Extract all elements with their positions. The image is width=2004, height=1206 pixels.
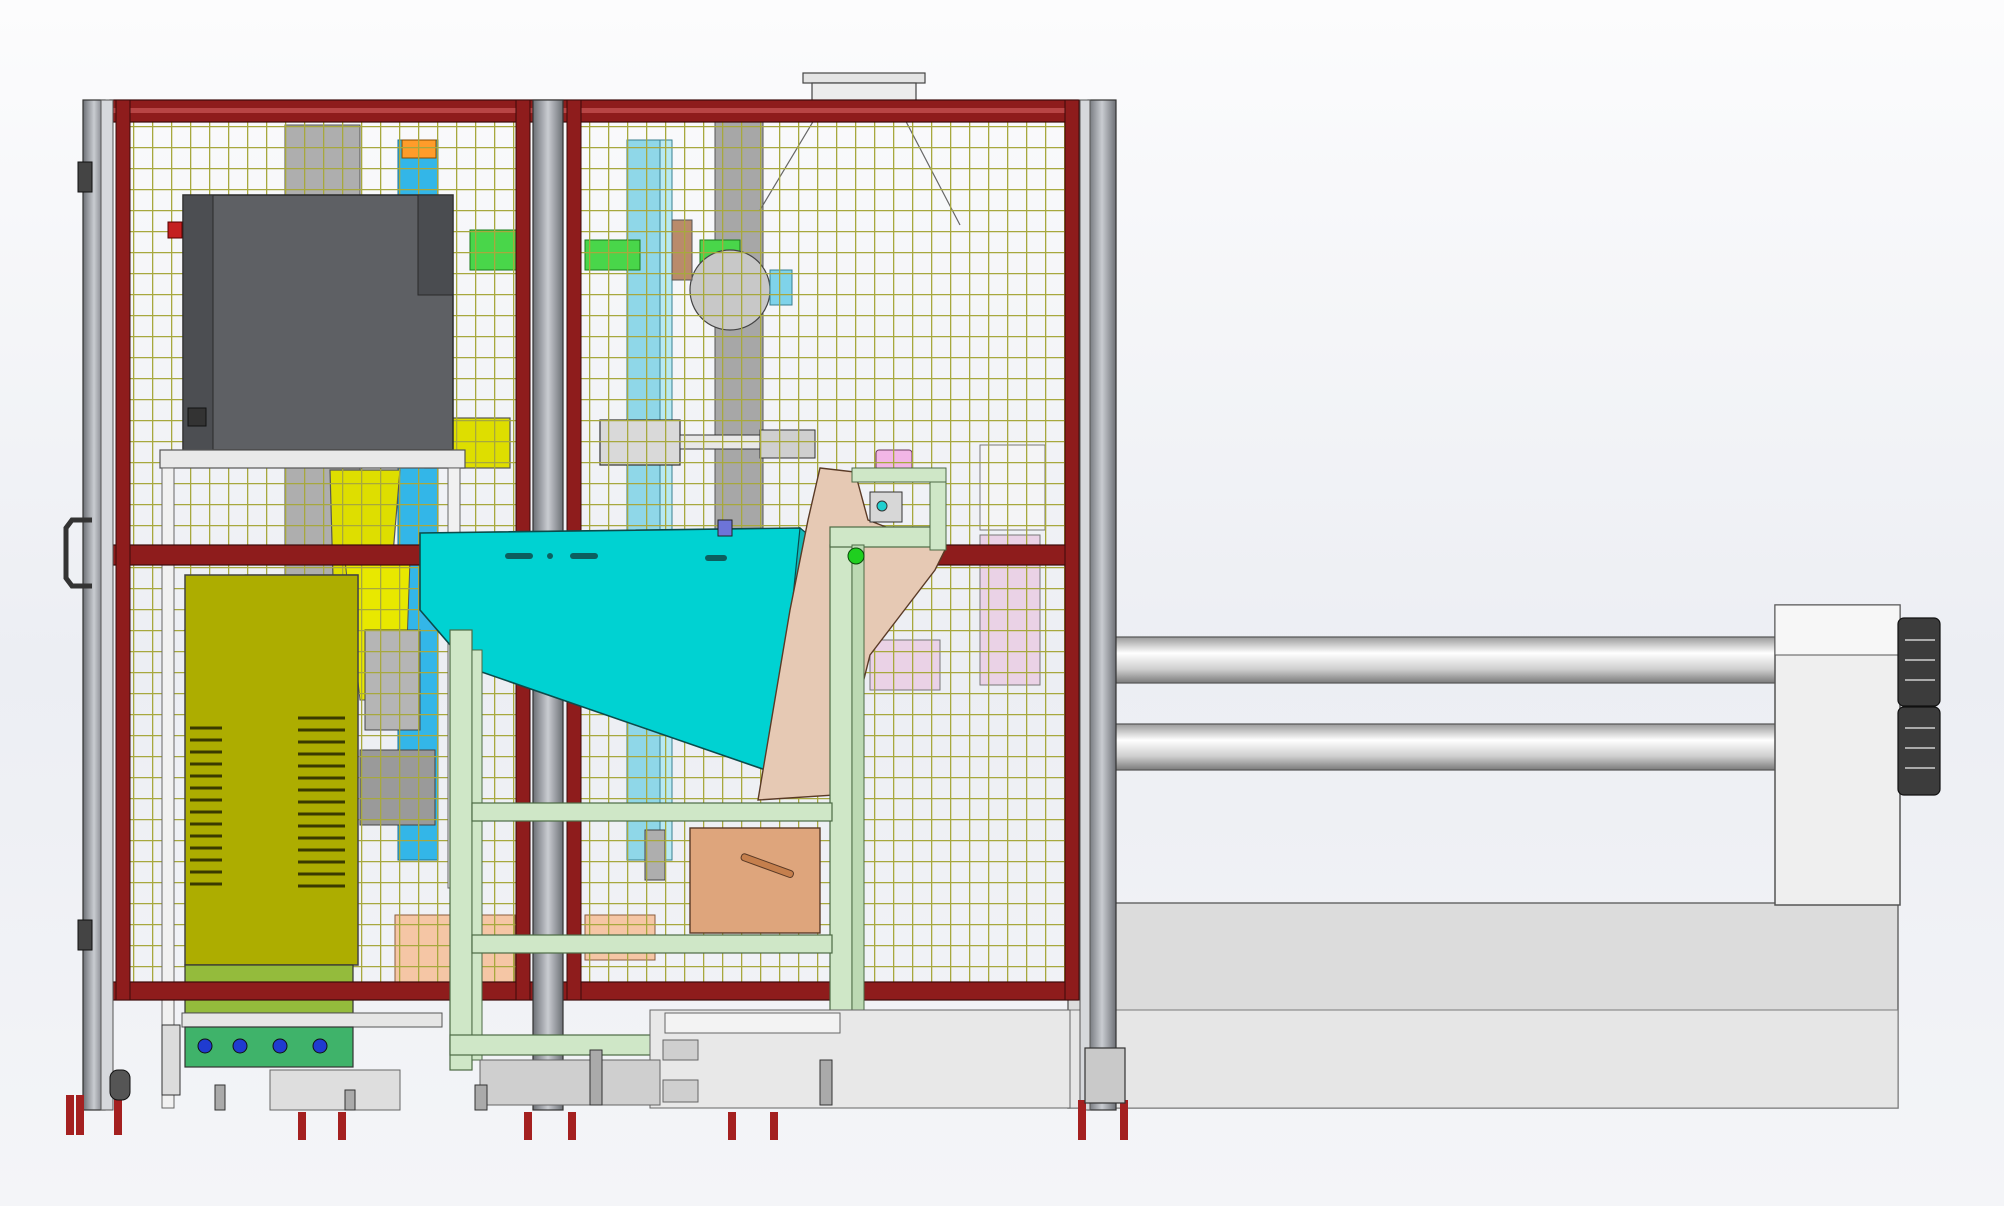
hopper-sensor [717,519,733,537]
stand-post-right [829,544,853,1066]
stand-top-frame [829,526,946,548]
stand-crossbar-2 [471,934,833,954]
frame-bottom-beam [109,981,1079,1001]
green-indicator [847,547,865,565]
hinge-top [77,161,93,193]
corner-bracket-left [161,1024,181,1096]
frame-post-right [1087,99,1117,1111]
lower-bearing-cap [1897,706,1941,796]
controller-body [184,574,359,966]
connector-blue-3 [272,1038,288,1054]
cabinet-red-button [167,221,183,239]
corner-bracket-right [1084,1047,1126,1104]
roller-bed-unit [1067,604,1941,1109]
connector-blue-2 [232,1038,248,1054]
upper-rod [1109,636,1781,684]
stand-post-mid [471,649,483,1061]
controller-vents-right [298,716,345,888]
hinge-bottom [77,919,93,951]
upper-bearing-cap [1897,617,1941,707]
connector-blue-1 [197,1038,213,1054]
end-block-top [1774,604,1901,656]
foot-3 [524,1112,576,1140]
lower-rod [1109,723,1781,771]
foot-2 [298,1112,346,1140]
cad-viewport [0,0,2004,1206]
bed-front-lower [1067,1009,1899,1109]
cabinet-body [182,194,454,451]
stand-crossbar-1 [471,802,833,822]
wood-box [689,827,821,934]
stand-post-left [449,629,473,1071]
foot-4 [728,1112,778,1140]
exhaust-flange [802,72,926,102]
connector-blue-4 [312,1038,328,1054]
machine-cad-drawing [63,72,1941,1140]
frame-red-post-1 [115,99,131,1001]
frame-red-post-4 [1064,99,1080,1001]
electrical-cabinet [167,194,454,451]
caster-wheel [109,1069,131,1101]
